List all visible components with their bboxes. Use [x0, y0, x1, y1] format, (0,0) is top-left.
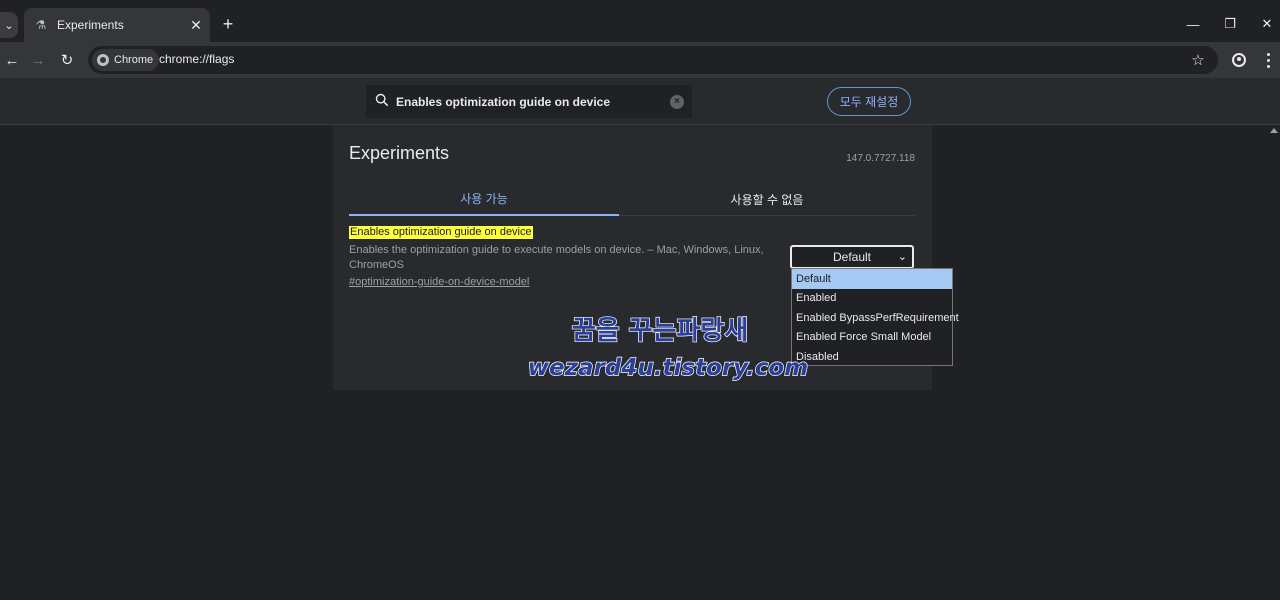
tab-unavailable[interactable]: 사용할 수 없음 — [632, 182, 902, 216]
flag-options-list: Default Enabled Enabled BypassPerfRequir… — [791, 268, 959, 367]
search-box: × — [366, 85, 692, 118]
close-tab-icon[interactable]: ✕ — [186, 15, 206, 35]
option-enabled-bypass[interactable]: Enabled BypassPerfRequirement — [792, 308, 959, 328]
kebab-menu-icon[interactable] — [1260, 48, 1276, 72]
url-text[interactable]: chrome://flags — [159, 52, 234, 66]
watermark: 꿈을 꾸는파랑새 wezard4u.tistory.com — [527, 315, 809, 381]
site-chip-label: Chrome — [114, 54, 154, 66]
flag-permalink[interactable]: #optimization-guide-on-device-model — [349, 276, 529, 288]
flag-name: Enables optimization guide on device — [349, 226, 533, 239]
flag-description: Enables the optimization guide to execut… — [349, 244, 764, 271]
bookmark-star-icon[interactable]: ☆ — [1186, 48, 1210, 72]
page-title: Experiments — [349, 143, 450, 163]
scroll-up-arrow-icon[interactable] — [1270, 128, 1278, 133]
flags-tabs: 사용 가능 사용할 수 없음 — [349, 182, 915, 216]
option-default[interactable]: Default — [792, 269, 952, 289]
flags-header: × 모두 재설정 — [0, 78, 1280, 125]
chevron-down-icon: ⌄ — [897, 251, 907, 263]
browser-toolbar: ← → ↻ Chrome chrome://flags ☆ — [0, 42, 1280, 78]
tab-experiments[interactable]: ⚗ Experiments ✕ — [24, 8, 210, 42]
forward-icon[interactable]: → — [26, 48, 50, 72]
back-icon[interactable]: ← — [0, 48, 24, 72]
flask-icon: ⚗ — [35, 18, 47, 32]
option-enabled[interactable]: Enabled — [792, 289, 952, 309]
search-input[interactable] — [396, 85, 666, 118]
flag-select-value: Default — [832, 250, 872, 264]
version-text: 147.0.7727.118 — [846, 153, 915, 164]
option-disabled[interactable]: Disabled — [792, 347, 952, 367]
search-icon — [375, 93, 389, 107]
watermark-line2: wezard4u.tistory.com — [528, 355, 808, 381]
chrome-icon — [97, 54, 109, 66]
tab-strip: ⌄ ⚗ Experiments ✕ + — ❐ ✕ — [0, 0, 1280, 42]
close-window-icon[interactable]: ✕ — [1255, 12, 1279, 36]
tab-available[interactable]: 사용 가능 — [349, 182, 619, 216]
site-chip[interactable]: Chrome — [92, 49, 160, 71]
tab-search-button[interactable]: ⌄ — [0, 12, 18, 38]
restore-icon[interactable]: ❐ — [1218, 12, 1242, 36]
reload-icon[interactable]: ↻ — [55, 48, 79, 72]
profile-icon[interactable] — [1227, 48, 1251, 72]
flag-select[interactable]: Default ⌄ — [790, 245, 914, 269]
address-bar[interactable]: Chrome chrome://flags ☆ — [88, 46, 1218, 74]
clear-search-icon[interactable]: × — [670, 95, 684, 109]
watermark-line1: 꿈을 꾸는파랑새 — [572, 316, 749, 346]
minimize-icon[interactable]: — — [1181, 12, 1205, 36]
tab-title: Experiments — [57, 18, 124, 32]
option-enabled-small-model[interactable]: Enabled Force Small Model — [792, 328, 952, 348]
reset-all-button[interactable]: 모두 재설정 — [827, 87, 911, 116]
new-tab-button[interactable]: + — [218, 14, 238, 34]
